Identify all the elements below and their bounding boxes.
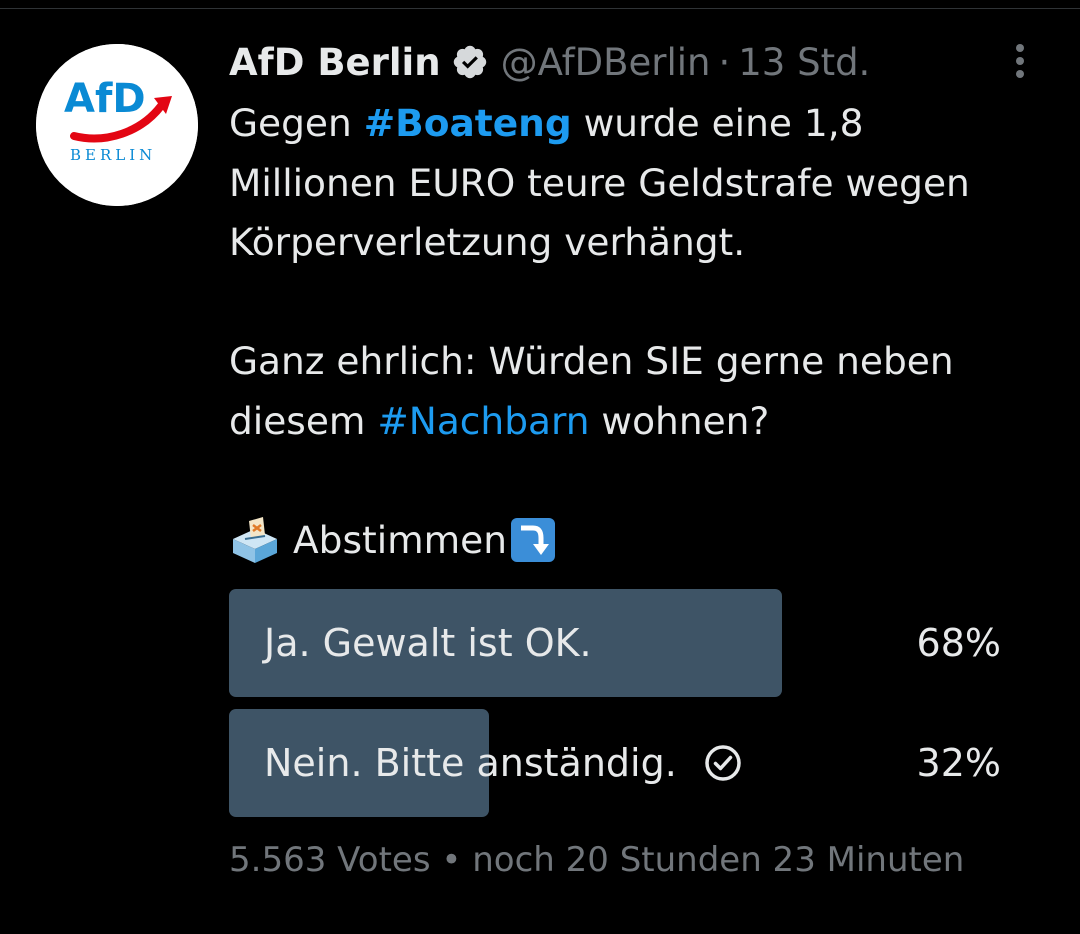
text-line: diesem #Nachbarn wohnen? <box>229 392 1049 452</box>
tweet-header: AfD Berlin @AfDBerlin · 13 Std. <box>229 36 1049 88</box>
logo-text: AfD <box>64 76 146 122</box>
text-line: Millionen EURO teure Geldstrafe wegen <box>229 160 970 205</box>
author-name[interactable]: AfD Berlin <box>229 41 441 84</box>
poll-option-1[interactable]: Ja. Gewalt ist OK. 68% <box>229 589 1001 697</box>
arrow-curving-down-emoji <box>509 516 557 564</box>
tweet-text: Gegen #Boateng wurde eine 1,8 Millionen … <box>229 94 1049 570</box>
tweet-content: AfD Berlin @AfDBerlin · 13 Std. Gegen #B… <box>229 36 1049 570</box>
poll-time-remaining: noch 20 Stunden 23 Minuten <box>472 840 965 880</box>
hashtag-nachbarn-link[interactable]: #Nachbarn <box>377 399 589 443</box>
poll-option-percent: 32% <box>916 741 1001 785</box>
top-divider <box>0 8 1080 9</box>
avatar[interactable]: AfD BERLIN <box>36 44 198 206</box>
text-segment: diesem <box>229 398 378 443</box>
poll-votes: 5.563 Votes <box>229 840 431 880</box>
poll-meta-separator: • <box>441 840 462 880</box>
header-separator: · <box>718 40 731 84</box>
ballot-box-emoji <box>229 515 281 565</box>
poll-option-text: Nein. Bitte anständig. <box>264 741 677 785</box>
poll-option-percent: 68% <box>916 621 1001 665</box>
text-line: Ganz ehrlich: Würden SIE gerne neben <box>229 339 954 383</box>
verified-badge-icon <box>451 43 489 81</box>
check-circle-icon <box>703 743 743 783</box>
poll-option-label: Ja. Gewalt ist OK. <box>264 589 592 697</box>
afd-berlin-logo: AfD BERLIN <box>36 44 198 206</box>
text-segment: Gegen <box>229 101 364 145</box>
poll: Ja. Gewalt ist OK. 68% Nein. Bitte anstä… <box>229 589 1001 829</box>
tweet-time[interactable]: 13 Std. <box>738 41 870 84</box>
poll-meta: 5.563 Votes • noch 20 Stunden 23 Minuten <box>229 840 964 880</box>
author-handle[interactable]: @AfDBerlin <box>501 41 711 84</box>
text-segment: wurde eine 1,8 <box>571 101 864 145</box>
poll-option-label: Nein. Bitte anständig. <box>264 709 743 817</box>
hashtag-boateng-link[interactable]: #Boateng <box>364 101 572 145</box>
abstimmen-text: Abstimmen <box>293 517 508 562</box>
text-line: Körperverletzung verhängt. <box>229 220 746 264</box>
text-segment: wohnen? <box>589 398 770 443</box>
logo-subtext: BERLIN <box>70 146 156 164</box>
poll-option-2[interactable]: Nein. Bitte anständig. 32% <box>229 709 1001 817</box>
poll-option-text: Ja. Gewalt ist OK. <box>264 621 592 665</box>
text-line: Gegen #Boateng wurde eine 1,8 <box>229 94 1049 154</box>
text-line: Abstimmen <box>229 511 1049 571</box>
